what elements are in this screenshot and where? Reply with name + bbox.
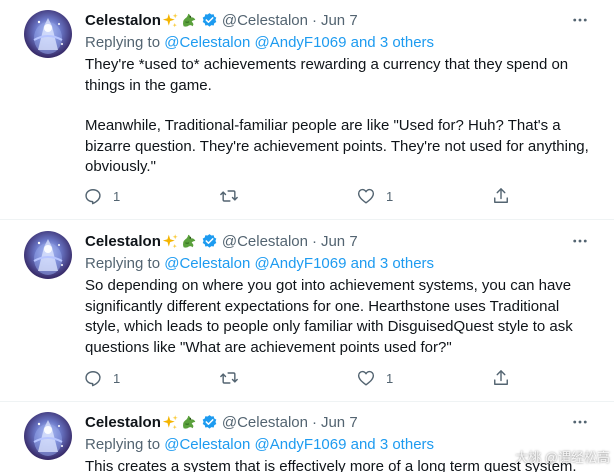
reply-user-link[interactable]: @Celestalon [164,436,250,453]
author-name[interactable]: Celestalon [85,12,161,29]
tweet[interactable]: Celestalon @Celestalon · Jun 7 Replying … [0,0,614,220]
reply-user-link[interactable]: @AndyF1069 [255,34,347,51]
heart-icon [357,370,375,386]
like-count: 1 [386,188,394,204]
author-name[interactable]: Celestalon [85,233,161,250]
reply-user-link[interactable]: @AndyF1069 [255,436,347,453]
separator-dot: · [311,11,317,29]
tweet[interactable]: Celestalon @Celestalon · Jun 7 Replying … [0,220,614,402]
reply-others-link[interactable]: 3 others [380,255,434,272]
sparkles-emoji-icon [162,12,179,29]
reply-count: 1 [113,188,121,204]
tweet-actions: 1 1 [83,185,523,207]
share-icon [494,370,508,385]
dragon-emoji-icon [180,413,198,431]
author-handle[interactable]: @Celestalon [222,12,308,29]
replying-to: Replying to @Celestalon @AndyF1069 and 3… [85,34,434,51]
sparkles-emoji-icon [162,233,179,250]
tweet-paragraph: So depending on where you got into achie… [85,277,573,356]
retweet-button[interactable] [219,367,249,389]
share-icon [494,188,508,203]
tweet-header: Celestalon @Celestalon · Jun 7 [85,231,358,251]
reply-connector: and [350,255,376,272]
replying-to: Replying to @Celestalon @AndyF1069 and 3… [85,436,434,453]
verified-badge-icon [201,233,218,250]
reply-connector: and [350,436,376,453]
tweet-paragraph: They're *used to* achievements rewarding… [85,56,569,94]
more-options-icon[interactable] [570,10,590,30]
separator-dot: · [311,413,317,431]
share-button[interactable] [491,185,511,207]
reply-user-link[interactable]: @AndyF1069 [255,255,347,272]
avatar-image [33,420,63,456]
reply-icon [85,371,101,387]
like-button[interactable]: 1 [356,185,393,207]
avatar-image [33,239,63,275]
tweet-paragraph: Meanwhile, Traditional-familiar people a… [85,117,589,175]
tweet-date[interactable]: Jun 7 [321,414,358,431]
more-options-icon[interactable] [570,412,590,432]
retweet-icon [220,190,238,202]
watermark: 大桃 @谓经松高 [515,450,610,465]
reply-icon [85,189,101,205]
tweet-actions: 1 1 [83,367,523,389]
replying-prefix: Replying to [85,34,161,51]
sparkles-emoji-icon [162,414,179,431]
reply-others-link[interactable]: 3 others [380,436,434,453]
tweet-text: So depending on where you got into achie… [85,276,590,358]
more-options-icon[interactable] [570,231,590,251]
verified-badge-icon [201,12,218,29]
separator-dot: · [311,232,317,250]
reply-user-link[interactable]: @Celestalon [164,34,250,51]
reply-connector: and [350,34,376,51]
like-button[interactable]: 1 [356,367,393,389]
dragon-emoji-icon [180,11,198,29]
author-name[interactable]: Celestalon [85,414,161,431]
retweet-button[interactable] [219,185,249,207]
twitter-thread: Celestalon @Celestalon · Jun 7 Replying … [0,0,614,472]
heart-icon [357,188,375,204]
tweet-date[interactable]: Jun 7 [321,233,358,250]
share-button[interactable] [491,367,511,389]
author-handle[interactable]: @Celestalon [222,233,308,250]
avatar[interactable] [24,10,72,58]
tweet-header: Celestalon @Celestalon · Jun 7 [85,10,358,30]
reply-button[interactable]: 1 [83,367,120,389]
replying-to: Replying to @Celestalon @AndyF1069 and 3… [85,255,434,272]
tweet-text: They're *used to* achievements rewarding… [85,55,590,178]
replying-prefix: Replying to [85,255,161,272]
author-handle[interactable]: @Celestalon [222,414,308,431]
avatar[interactable] [24,412,72,460]
avatar-image [33,18,63,54]
reply-count: 1 [113,370,121,386]
reply-user-link[interactable]: @Celestalon [164,255,250,272]
dragon-emoji-icon [180,232,198,250]
retweet-icon [220,372,238,384]
tweet-date[interactable]: Jun 7 [321,12,358,29]
avatar[interactable] [24,231,72,279]
tweet-header: Celestalon @Celestalon · Jun 7 [85,412,358,432]
replying-prefix: Replying to [85,436,161,453]
reply-others-link[interactable]: 3 others [380,34,434,51]
like-count: 1 [386,370,394,386]
verified-badge-icon [201,414,218,431]
reply-button[interactable]: 1 [83,185,120,207]
